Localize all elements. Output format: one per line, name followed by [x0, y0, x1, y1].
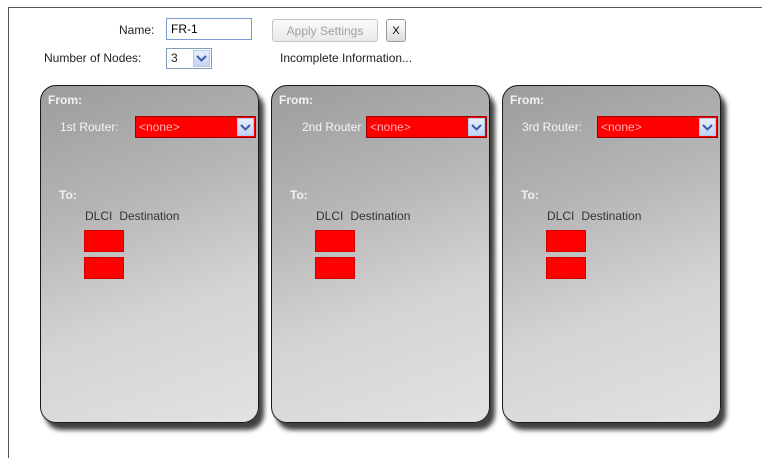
router-select[interactable]: <none> — [366, 116, 487, 138]
nodes-label: Number of Nodes: — [44, 51, 142, 65]
dlci-input[interactable] — [315, 257, 355, 279]
destination-header: Destination — [119, 209, 180, 223]
to-label: To: — [290, 188, 308, 202]
frame-border-top — [8, 7, 762, 8]
from-label: From: — [279, 93, 313, 107]
close-button[interactable]: X — [386, 19, 406, 42]
name-input[interactable] — [166, 18, 252, 40]
dlci-input[interactable] — [84, 230, 124, 252]
apply-settings-button[interactable]: Apply Settings — [272, 19, 378, 42]
dlci-header: DLCI — [316, 209, 344, 223]
chevron-down-icon[interactable] — [699, 118, 716, 136]
nodes-select-value: 3 — [171, 51, 178, 65]
to-label: To: — [59, 188, 77, 202]
router-panel-1: From: 1st Router: <none> To: DLCI Destina… — [40, 85, 259, 423]
destination-header: Destination — [581, 209, 642, 223]
destination-header: Destination — [350, 209, 411, 223]
router-label: 1st Router: — [60, 120, 119, 134]
column-headers: DLCI Destination — [316, 209, 410, 223]
to-label: To: — [521, 188, 539, 202]
router-select[interactable]: <none> — [135, 116, 256, 138]
status-text: Incomplete Information... — [280, 51, 413, 65]
router-select[interactable]: <none> — [597, 116, 718, 138]
from-label: From: — [48, 93, 82, 107]
dlci-header: DLCI — [547, 209, 575, 223]
name-label: Name: — [119, 23, 155, 37]
router-panel-2: From: 2nd Router <none> To: DLCI Destinat… — [271, 85, 490, 423]
chevron-down-icon[interactable] — [193, 50, 210, 67]
router-panel-3: From: 3rd Router: <none> To: DLCI Destina… — [502, 85, 721, 423]
router-select-value: <none> — [139, 120, 180, 134]
nodes-select[interactable]: 3 — [166, 48, 212, 69]
from-label: From: — [510, 93, 544, 107]
dlci-header: DLCI — [85, 209, 113, 223]
router-label: 2nd Router — [302, 120, 362, 134]
dlci-input[interactable] — [315, 230, 355, 252]
dlci-input[interactable] — [84, 257, 124, 279]
chevron-down-icon[interactable] — [237, 118, 254, 136]
chevron-down-icon[interactable] — [468, 118, 485, 136]
dlci-input[interactable] — [546, 257, 586, 279]
column-headers: DLCI Destination — [547, 209, 641, 223]
router-label: 3rd Router: — [522, 120, 583, 134]
frame-border-left — [8, 7, 9, 458]
router-select-value: <none> — [601, 120, 642, 134]
dlci-input[interactable] — [546, 230, 586, 252]
router-select-value: <none> — [370, 120, 411, 134]
column-headers: DLCI Destination — [85, 209, 179, 223]
